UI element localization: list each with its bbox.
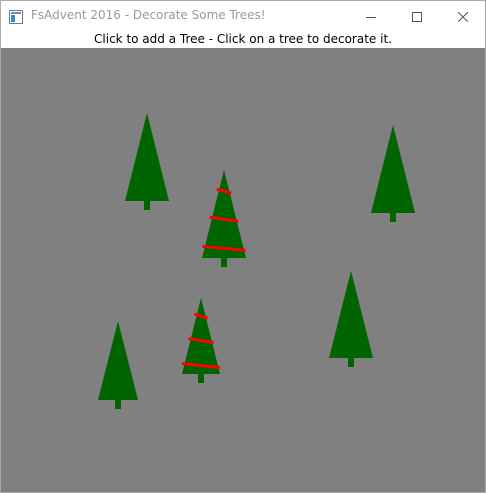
tree-foliage (202, 170, 246, 258)
tree-foliage (329, 271, 373, 358)
decorated-tree[interactable] (181, 298, 221, 383)
tree-trunk (144, 201, 150, 210)
trees-layer (98, 113, 415, 409)
decorated-tree[interactable] (202, 170, 246, 267)
title-bar[interactable]: FsAdvent 2016 - Decorate Some Trees! (1, 1, 485, 31)
tree-trunk (198, 374, 204, 383)
window-title: FsAdvent 2016 - Decorate Some Trees! (31, 8, 266, 22)
close-icon (457, 7, 469, 26)
tree-foliage (182, 298, 220, 374)
maximize-icon (412, 7, 422, 26)
close-button[interactable] (440, 1, 486, 31)
tree[interactable] (125, 113, 169, 210)
tree[interactable] (329, 271, 373, 367)
maximize-button[interactable] (394, 1, 440, 31)
tree-foliage (371, 125, 415, 213)
tree-trunk (115, 400, 121, 409)
tree-trunk (221, 258, 227, 267)
tree-foliage (125, 113, 169, 201)
tree-trunk (348, 358, 354, 367)
minimize-icon (366, 7, 376, 26)
tree-trunk (390, 213, 396, 222)
app-window-icon (9, 9, 23, 24)
tree-foliage (98, 321, 138, 400)
tree[interactable] (371, 125, 415, 222)
instructions-label: Click to add a Tree - Click on a tree to… (1, 31, 485, 48)
tree[interactable] (98, 321, 138, 409)
drawing-canvas[interactable] (1, 48, 485, 492)
minimize-button[interactable] (348, 1, 394, 31)
app-window: FsAdvent 2016 - Decorate Some Trees! Cli… (0, 0, 486, 493)
